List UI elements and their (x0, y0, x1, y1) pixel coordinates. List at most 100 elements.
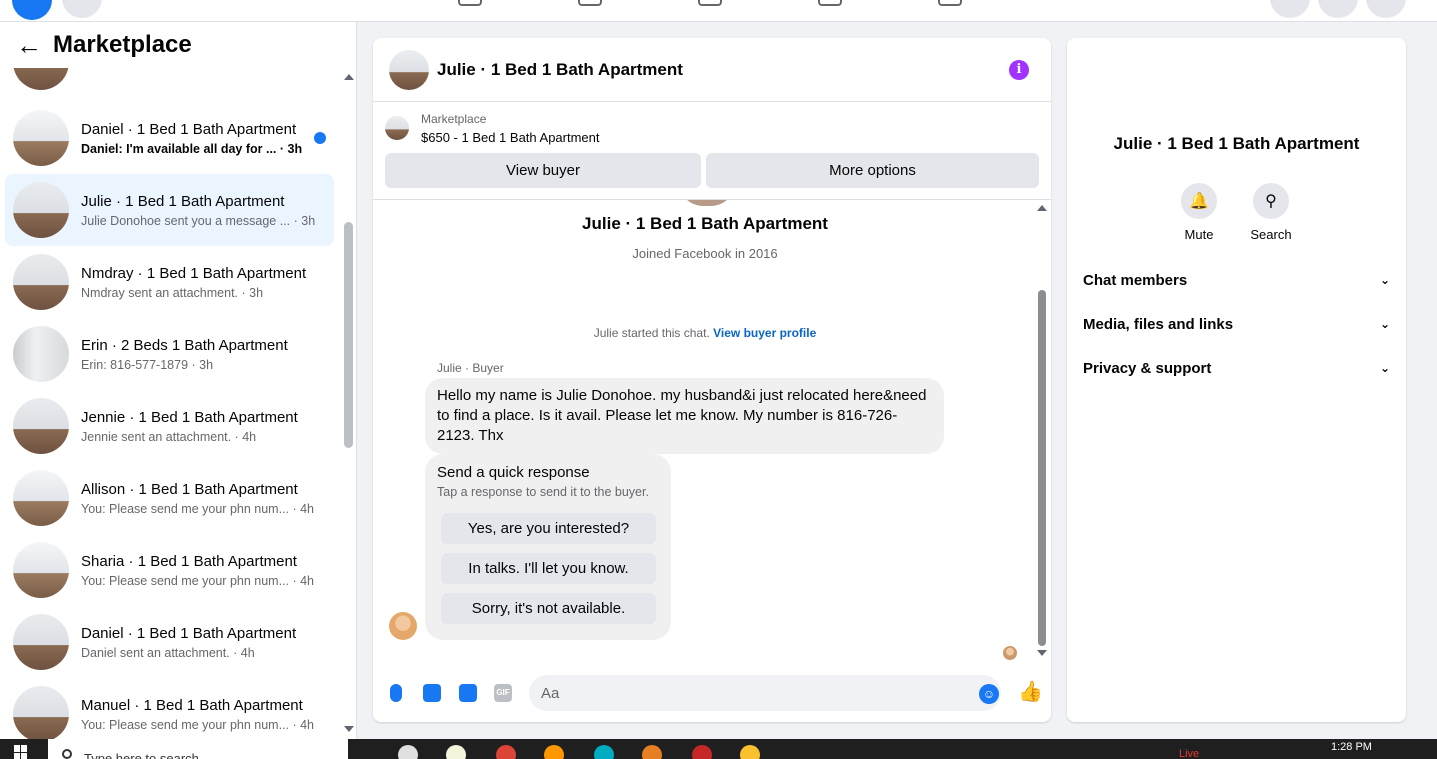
conversation-snippet: Nmdray sent an attachment. · 3h (81, 285, 264, 300)
chevron-down-icon: ⌄ (1379, 273, 1390, 287)
scroll-up-arrow-icon[interactable] (344, 74, 354, 80)
scroll-down-arrow-icon[interactable] (344, 726, 354, 732)
quick-response-in-talks-button[interactable]: In talks. I'll let you know. (441, 553, 656, 584)
conversation-item-julie[interactable]: Julie · 1 Bed 1 Bath Apartment Julie Dono… (5, 174, 334, 246)
quick-response-yes-button[interactable]: Yes, are you interested? (441, 513, 656, 544)
listing-banner: Marketplace $650 - 1 Bed 1 Bath Apartmen… (373, 102, 1051, 200)
taskbar-app-icon[interactable] (594, 745, 614, 759)
taskbar-search-box[interactable]: Type here to search (48, 739, 348, 759)
conversation-item-jennie[interactable]: Jennie · 1 Bed 1 Bath Apartment Jennie se… (5, 390, 334, 462)
windows-start-icon[interactable] (14, 745, 28, 759)
mute-button[interactable]: 🔔 Mute (1169, 183, 1229, 242)
sidebar-scrollbar[interactable] (344, 222, 353, 448)
section-label: Privacy & support (1083, 359, 1212, 377)
conversation-item-nmdray[interactable]: Nmdray · 1 Bed 1 Bath Apartment Nmdray se… (5, 246, 334, 318)
taskbar-app-icon[interactable] (398, 745, 418, 759)
back-arrow-icon[interactable]: ← (16, 32, 42, 58)
more-options-button[interactable]: More options (706, 153, 1039, 188)
taskbar-clock[interactable]: 1:28 PM (1331, 741, 1372, 753)
media-files-links-section[interactable]: Media, files and links ⌄ (1083, 312, 1390, 336)
message-input[interactable] (529, 675, 1001, 711)
scroll-down-arrow-icon[interactable] (1037, 650, 1047, 656)
message-bubble[interactable]: Hello my name is Julie Donohoe. my husba… (425, 378, 944, 454)
conversation-snippet: You: Please send me your phn num... · 4h (81, 717, 315, 732)
sticker-icon[interactable] (459, 684, 477, 702)
info-panel-title: Julie · 1 Bed 1 Bath Apartment (1113, 134, 1360, 153)
conversation-name: Julie · 1 Bed 1 Bath Apartment (81, 192, 285, 210)
conversation-name: Allison · 1 Bed 1 Bath Apartment (81, 480, 298, 498)
taskbar-app-icon[interactable] (446, 745, 466, 759)
view-buyer-button[interactable]: View buyer (385, 153, 701, 188)
listing-thumbnail (13, 542, 69, 598)
taskbar-app-icon[interactable] (642, 745, 662, 759)
view-buyer-profile-link[interactable]: View buyer profile (713, 326, 816, 340)
conversation-snippet: You: Please send me your phn num... · 4h (81, 501, 315, 516)
menu-nav-button[interactable] (1270, 0, 1310, 18)
groups-nav-icon[interactable] (818, 0, 842, 6)
gaming-nav-icon[interactable] (938, 0, 962, 6)
conversation-item-erin[interactable]: Erin · 2 Beds 1 Bath Apartment Erin: 816-… (5, 318, 334, 390)
microphone-icon[interactable] (390, 684, 402, 702)
search-button[interactable]: ⚲ Search (1241, 183, 1301, 242)
video-nav-icon[interactable] (578, 0, 602, 6)
buyer-joined-date: Joined Facebook in 2016 (632, 246, 778, 261)
chrome-icon[interactable] (496, 745, 516, 759)
conversation-snippet: Jennie sent an attachment. · 4h (81, 429, 257, 444)
conversation-snippet: Daniel: I'm available all day for ... · … (81, 141, 303, 156)
marketplace-nav-icon[interactable] (698, 0, 722, 6)
conversation-info-panel: Julie · 1 Bed 1 Bath Apartment 🔔 Mute ⚲ … (1067, 38, 1406, 722)
chat-title[interactable]: Julie · 1 Bed 1 Bath Apartment (437, 60, 683, 80)
conversation-item-daniel-2[interactable]: Daniel · 1 Bed 1 Bath Apartment Daniel se… (5, 606, 334, 678)
conversation-item-allison[interactable]: Allison · 1 Bed 1 Bath Apartment You: Ple… (5, 462, 334, 534)
chat-scrollbar[interactable] (1038, 290, 1046, 646)
listing-thumbnail[interactable] (385, 116, 409, 140)
mute-label: Mute (1184, 227, 1214, 242)
emoji-icon[interactable]: ☺ (979, 684, 999, 704)
sender-avatar[interactable] (389, 612, 417, 640)
privacy-support-section[interactable]: Privacy & support ⌄ (1083, 356, 1390, 380)
info-icon[interactable]: i (1009, 60, 1029, 80)
listing-thumbnail (13, 110, 69, 166)
back-nav-button[interactable] (62, 0, 102, 18)
conversation-name: Nmdray · 1 Bed 1 Bath Apartment (81, 264, 307, 282)
listing-thumbnail (13, 470, 69, 526)
taskbar-search-placeholder: Type here to search (84, 751, 199, 759)
conversation-name: Erin · 2 Beds 1 Bath Apartment (81, 336, 288, 354)
quick-response-not-available-button[interactable]: Sorry, it's not available. (441, 593, 656, 624)
conversation-item-manuel[interactable]: Manuel · 1 Bed 1 Bath Apartment You: Plea… (5, 678, 334, 739)
scroll-up-arrow-icon[interactable] (1037, 205, 1047, 211)
home-nav-icon[interactable] (458, 0, 482, 6)
search-icon[interactable]: ⚲ (1253, 183, 1289, 219)
firefox-icon[interactable] (544, 745, 564, 759)
chat-panel: Julie · 1 Bed 1 Bath Apartment i Marketp… (373, 38, 1051, 722)
account-nav-button[interactable] (1366, 0, 1406, 18)
listing-thumbnail (13, 182, 69, 238)
chat-avatar[interactable] (389, 49, 429, 90)
message-thread: Julie · 1 Bed 1 Bath Apartment Joined Fa… (373, 200, 1051, 660)
quick-response-subtitle: Tap a response to send it to the buyer. (437, 485, 649, 499)
message-composer: GIF ☺ 👍 (373, 672, 1051, 716)
conversation-item-daniel[interactable]: Daniel · 1 Bed 1 Bath Apartment Daniel: I… (5, 102, 334, 174)
facebook-logo[interactable] (12, 0, 52, 20)
live-badge[interactable]: Live (1179, 748, 1199, 759)
gif-icon[interactable]: GIF (494, 684, 512, 702)
conversation-name: Daniel · 1 Bed 1 Bath Apartment (81, 120, 297, 138)
bell-icon[interactable]: 🔔 (1181, 183, 1217, 219)
chat-members-section[interactable]: Chat members ⌄ (1083, 268, 1390, 292)
quick-response-title: Send a quick response (437, 464, 590, 481)
conversation-name: Sharia · 1 Bed 1 Bath Apartment (81, 552, 297, 570)
messenger-nav-button[interactable] (1318, 0, 1358, 18)
chevron-down-icon: ⌄ (1379, 361, 1390, 375)
message-sender-label: Julie · Buyer (437, 361, 504, 375)
taskbar-app-icon[interactable] (692, 745, 712, 759)
photo-icon[interactable] (423, 684, 441, 702)
sidebar-header: ← Marketplace (0, 22, 356, 68)
seen-indicator-avatar (1003, 646, 1017, 660)
taskbar-app-icon[interactable] (740, 745, 760, 759)
buyer-profile-avatar (679, 200, 735, 206)
thumbs-up-icon[interactable]: 👍 (1018, 682, 1043, 702)
conversation-item-sharia[interactable]: Sharia · 1 Bed 1 Bath Apartment You: Plea… (5, 534, 334, 606)
conversation-name: Manuel · 1 Bed 1 Bath Apartment (81, 696, 303, 714)
conversation-name: Daniel · 1 Bed 1 Bath Apartment (81, 624, 297, 642)
listing-title[interactable]: $650 - 1 Bed 1 Bath Apartment (421, 130, 600, 145)
